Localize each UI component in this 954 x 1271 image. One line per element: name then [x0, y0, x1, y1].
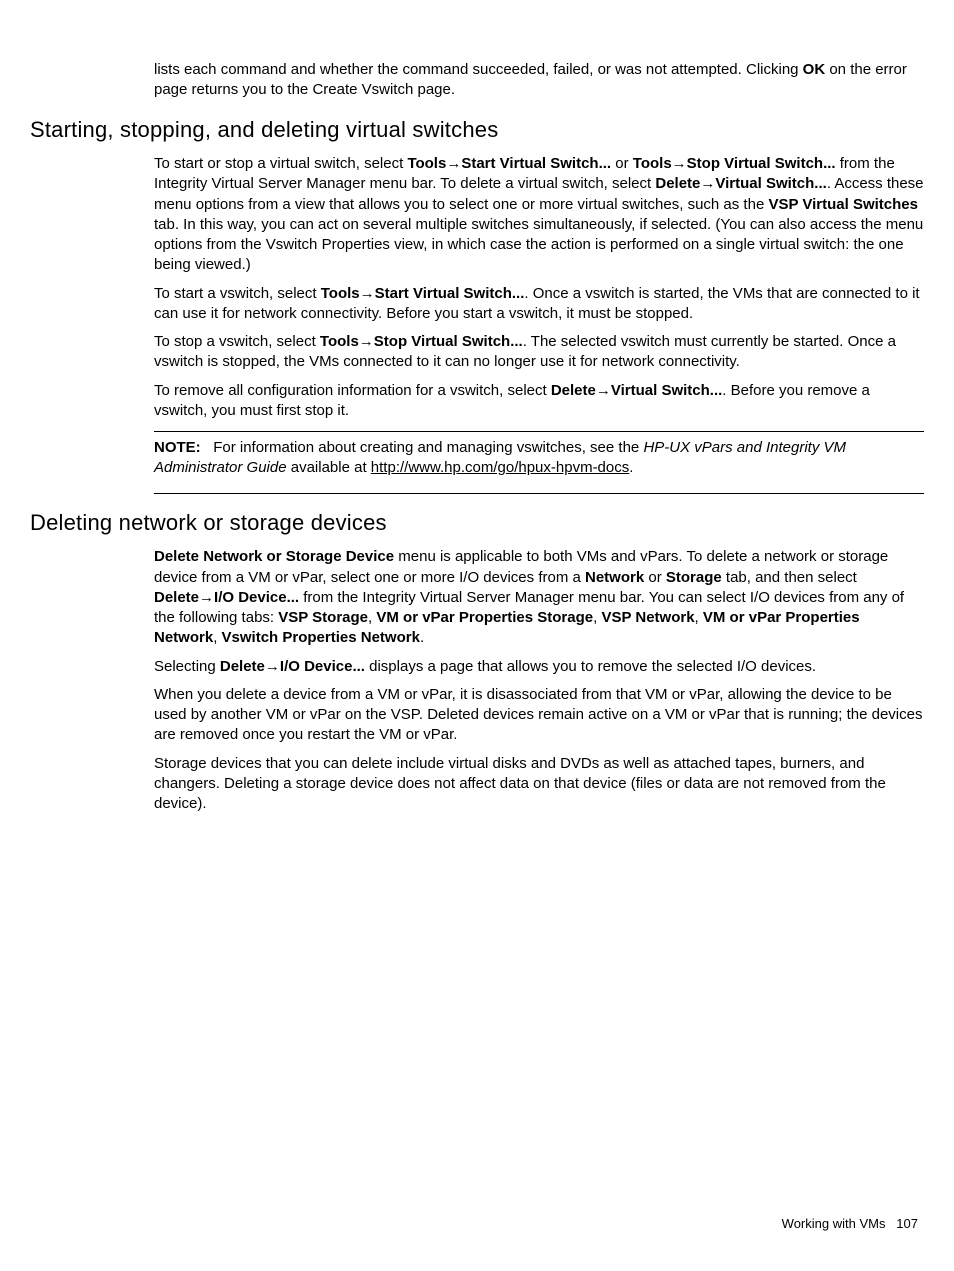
menu-item: Virtual Switch...: [611, 382, 722, 399]
text: tab, and then select: [722, 569, 857, 586]
text: ,: [695, 609, 703, 626]
menu-item: Start Virtual Switch...: [375, 285, 525, 302]
tab-name: Network: [585, 569, 644, 586]
menu-item: Stop Virtual Switch...: [687, 155, 836, 172]
sec2-p4: Storage devices that you can delete incl…: [154, 754, 924, 815]
tab-name: Storage: [666, 569, 722, 586]
doc-link[interactable]: http://www.hp.com/go/hpux-hpvm-docs: [371, 459, 629, 476]
arrow-icon: →: [446, 155, 461, 172]
arrow-icon: →: [700, 175, 715, 192]
arrow-icon: →: [359, 333, 374, 350]
intro-text: lists each command and whether the comma…: [154, 60, 924, 101]
tab-name: VSP Virtual Switches: [768, 196, 918, 213]
heading-deleting-devices: Deleting network or storage devices: [30, 508, 924, 538]
arrow-icon: →: [596, 382, 611, 399]
menu-item: Start Virtual Switch...: [461, 155, 611, 172]
intro-paragraph: lists each command and whether the comma…: [154, 60, 924, 101]
arrow-icon: →: [199, 589, 214, 606]
arrow-icon: →: [360, 285, 375, 302]
tools-label: Tools: [407, 155, 446, 172]
text: .: [629, 459, 633, 476]
sec1-p4: To remove all configuration information …: [154, 381, 924, 422]
heading-starting-stopping: Starting, stopping, and deleting virtual…: [30, 115, 924, 145]
menu-item: Virtual Switch...: [715, 175, 826, 192]
delete-label: Delete: [551, 382, 596, 399]
text: displays a page that allows you to remov…: [365, 658, 816, 675]
section-1-body: To start or stop a virtual switch, selec…: [154, 154, 924, 494]
note-label: NOTE:: [154, 439, 201, 456]
tab-name: VSP Network: [601, 609, 694, 626]
arrow-icon: →: [265, 658, 280, 675]
text: To remove all configuration information …: [154, 382, 551, 399]
page-number: 107: [896, 1216, 918, 1231]
text: Selecting: [154, 658, 220, 675]
footer-label: Working with VMs: [782, 1216, 886, 1231]
menu-item: I/O Device...: [214, 589, 299, 606]
delete-label: Delete: [655, 175, 700, 192]
text: To start or stop a virtual switch, selec…: [154, 155, 407, 172]
text: To stop a vswitch, select: [154, 333, 320, 350]
menu-name: Delete Network or Storage Device: [154, 548, 394, 565]
sec1-p3: To stop a vswitch, select Tools→Stop Vir…: [154, 332, 924, 373]
page: lists each command and whether the comma…: [0, 0, 954, 1271]
note-block: NOTE: For information about creating and…: [154, 431, 924, 494]
menu-item: I/O Device...: [280, 658, 365, 675]
tools-label: Tools: [320, 333, 359, 350]
section-2-body: Delete Network or Storage Device menu is…: [154, 547, 924, 814]
text: tab. In this way, you can act on several…: [154, 216, 923, 274]
sec2-p2: Selecting Delete→I/O Device... displays …: [154, 657, 924, 677]
sec2-p3: When you delete a device from a VM or vP…: [154, 685, 924, 746]
text: lists each command and whether the comma…: [154, 61, 803, 78]
sec1-p1: To start or stop a virtual switch, selec…: [154, 154, 924, 276]
delete-label: Delete: [220, 658, 265, 675]
text: .: [420, 629, 424, 646]
note-text: NOTE: For information about creating and…: [154, 438, 924, 479]
delete-label: Delete: [154, 589, 199, 606]
sec2-p1: Delete Network or Storage Device menu is…: [154, 547, 924, 648]
ok-label: OK: [803, 61, 826, 78]
text: or: [611, 155, 633, 172]
text: To start a vswitch, select: [154, 285, 321, 302]
page-footer: Working with VMs 107: [782, 1215, 918, 1233]
tools-label: Tools: [633, 155, 672, 172]
text: or: [644, 569, 666, 586]
arrow-icon: →: [672, 155, 687, 172]
sec1-p2: To start a vswitch, select Tools→Start V…: [154, 284, 924, 325]
text: available at: [287, 459, 371, 476]
menu-item: Stop Virtual Switch...: [374, 333, 523, 350]
tab-name: Vswitch Properties Network: [222, 629, 420, 646]
tab-name: VSP Storage: [278, 609, 368, 626]
text: ,: [213, 629, 221, 646]
tools-label: Tools: [321, 285, 360, 302]
text: For information about creating and manag…: [213, 439, 643, 456]
tab-name: VM or vPar Properties Storage: [376, 609, 593, 626]
